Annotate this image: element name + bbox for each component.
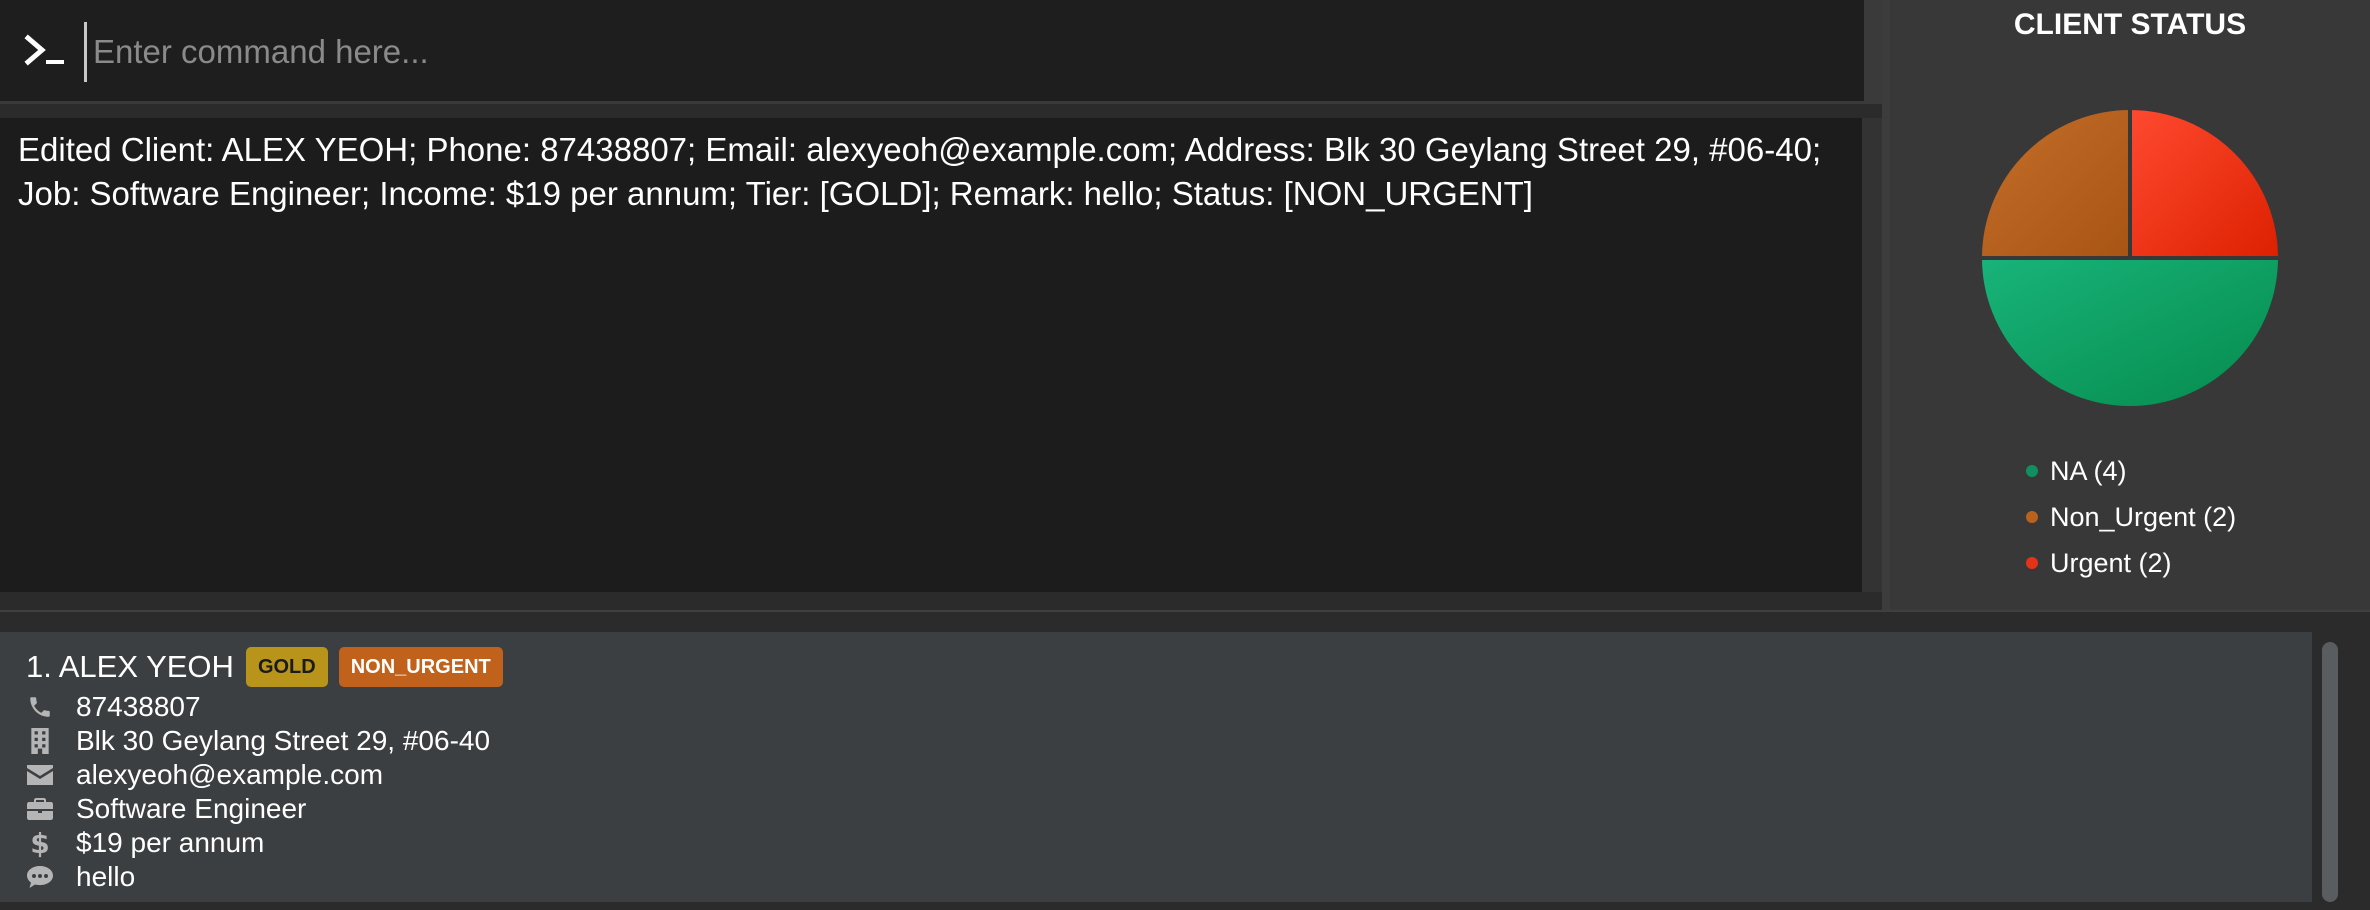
client-remark-row: hello <box>26 860 135 894</box>
client-email-row: alexyeoh@example.com <box>26 758 383 792</box>
briefcase-icon <box>26 795 54 823</box>
client-income: $19 per annum <box>76 827 265 858</box>
legend-item-na: NA (4) <box>2026 448 2236 494</box>
client-name: 1. ALEX YEOH <box>26 649 234 684</box>
chart-legend: NA (4) Non_Urgent (2) Urgent (2) <box>2026 448 2236 586</box>
client-remark: hello <box>76 861 136 892</box>
pie-slice-non-urgent <box>1977 105 2132 260</box>
client-list-scrollbar-thumb[interactable] <box>2322 642 2338 902</box>
client-address-row: Blk 30 Geylang Street 29, #06-40 <box>26 724 490 758</box>
command-input[interactable] <box>84 22 1844 82</box>
phone-icon <box>26 693 54 721</box>
legend-dot <box>2026 465 2038 477</box>
client-phone-row: 87438807 <box>26 690 201 724</box>
status-tag: NON_URGENT <box>338 647 503 687</box>
legend-label: NA (4) <box>2050 455 2127 486</box>
dollar-icon: $ <box>30 826 50 860</box>
client-job: Software Engineer <box>76 793 307 824</box>
envelope-icon <box>26 761 54 789</box>
client-address: Blk 30 Geylang Street 29, #06-40 <box>76 725 491 756</box>
horizontal-divider[interactable] <box>0 610 2370 632</box>
command-bar-edge <box>1864 0 1882 104</box>
tier-tag: GOLD <box>245 647 328 687</box>
result-display-scrollbar[interactable] <box>1862 118 1882 592</box>
client-income-row: $ $19 per annum <box>26 826 264 860</box>
client-email: alexyeoh@example.com <box>76 759 384 790</box>
client-status-pie-chart <box>1977 105 2283 410</box>
result-display[interactable]: Edited Client: ALEX YEOH; Phone: 8743880… <box>0 118 1862 592</box>
client-status-panel: CLIENT STATUS NA (4) Non_Urgent (2) Urgent… <box>1890 0 2370 610</box>
legend-label: Non_Urgent (2) <box>2050 501 2237 532</box>
comment-icon <box>26 863 54 891</box>
command-bar <box>0 0 1864 104</box>
legend-label: Urgent (2) <box>2050 547 2172 578</box>
legend-dot <box>2026 511 2038 523</box>
app-window: Edited Client: ALEX YEOH; Phone: 8743880… <box>0 0 2370 910</box>
pie-slice-urgent <box>2128 105 2283 260</box>
legend-dot <box>2026 557 2038 569</box>
building-icon <box>26 727 54 755</box>
client-header: 1. ALEX YEOH GOLD NON_URGENT <box>26 646 514 688</box>
legend-item-urgent: Urgent (2) <box>2026 540 2236 586</box>
client-list: 1. ALEX YEOH GOLD NON_URGENT 87438807 Bl… <box>0 632 2370 910</box>
terminal-prompt-icon <box>24 34 64 66</box>
split-pane-divider[interactable] <box>1882 0 1890 610</box>
client-phone: 87438807 <box>76 691 201 722</box>
client-card[interactable]: 1. ALEX YEOH GOLD NON_URGENT 87438807 Bl… <box>0 632 2312 902</box>
pie-slice-na <box>1977 256 2283 410</box>
client-job-row: Software Engineer <box>26 792 306 826</box>
legend-item-non-urgent: Non_Urgent (2) <box>2026 494 2236 540</box>
